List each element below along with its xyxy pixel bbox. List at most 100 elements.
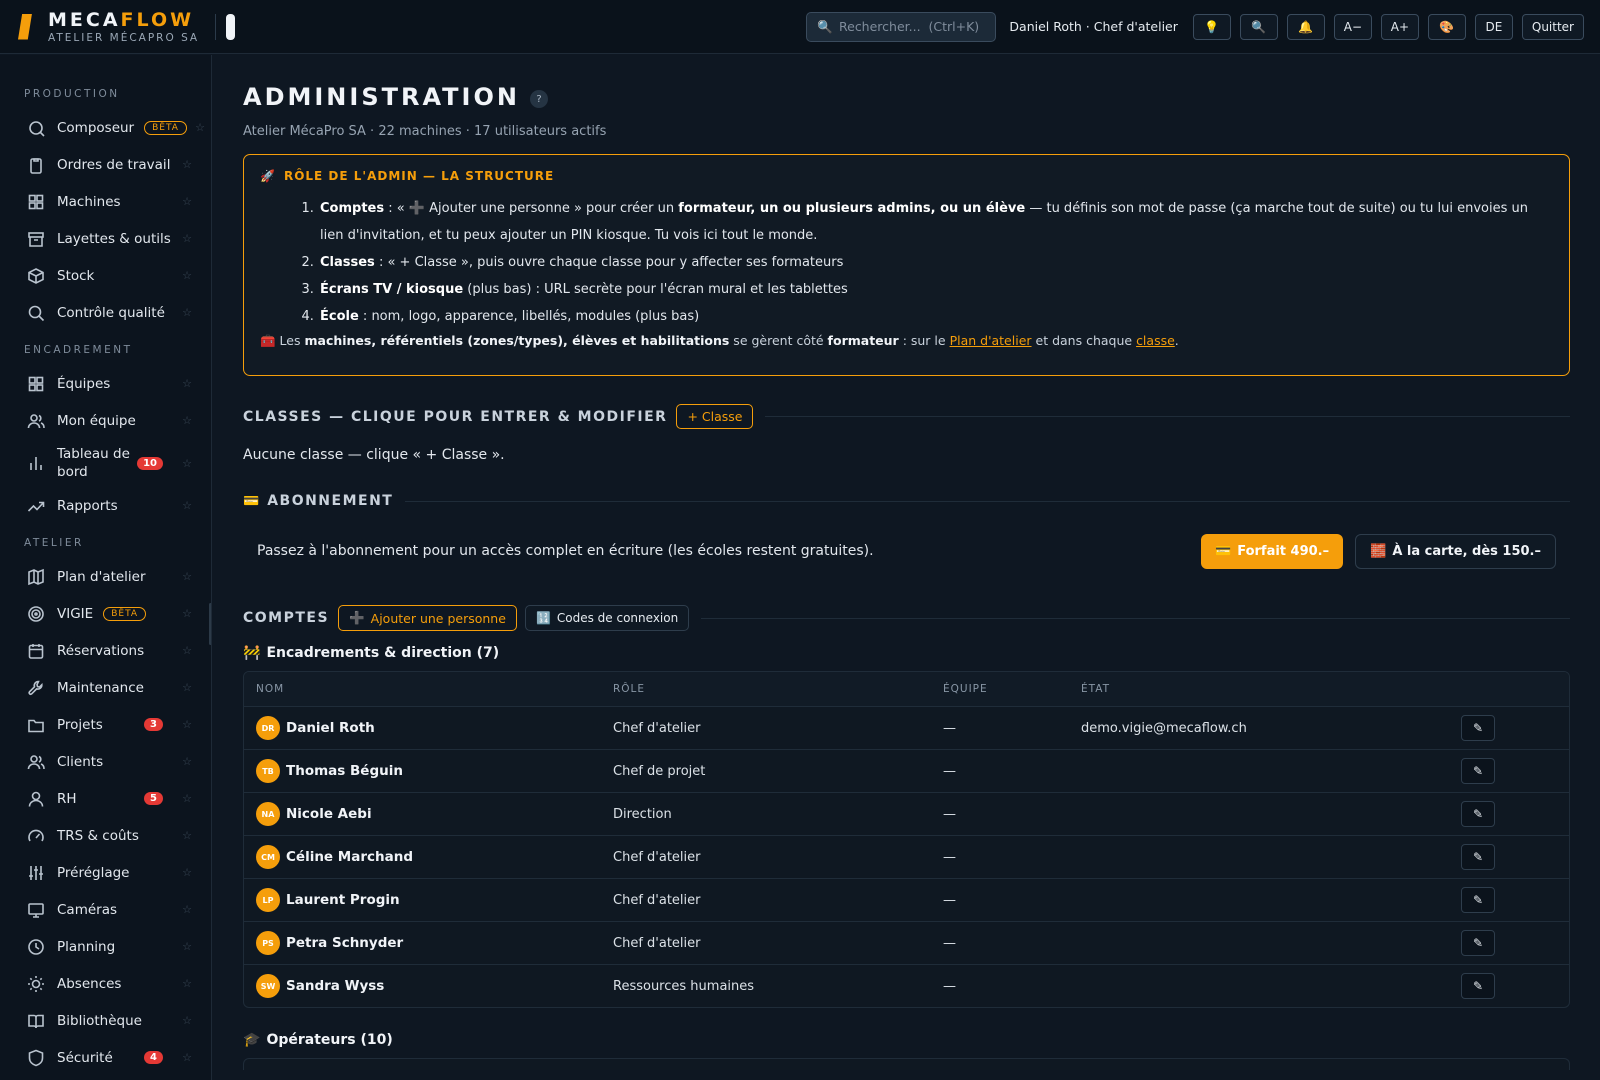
edit-button[interactable]: ✎ bbox=[1461, 930, 1495, 956]
language-button[interactable]: DE bbox=[1474, 13, 1513, 40]
sidebar-item-trs-couts[interactable]: TRS & coûts ☆ bbox=[0, 817, 211, 854]
star-icon[interactable]: ☆ bbox=[182, 457, 192, 470]
table-row[interactable]: PS Petra Schnyder Chef d'atelier — ✎ bbox=[244, 921, 1569, 964]
sidebar-item-projets[interactable]: Projets 3 ☆ bbox=[0, 706, 211, 743]
star-icon[interactable]: ☆ bbox=[182, 158, 192, 171]
plan-atelier-link[interactable]: Plan d'atelier bbox=[950, 333, 1032, 348]
login-codes-button[interactable]: 🔢 Codes de connexion bbox=[524, 605, 690, 631]
sidebar-item-tableau-de-bord[interactable]: Tableau de bord 10 ☆ bbox=[0, 439, 211, 487]
star-icon[interactable]: ☆ bbox=[182, 903, 192, 916]
sidebar-item-label: VIGIE bbox=[57, 605, 94, 622]
sidebar-item-rh[interactable]: RH 5 ☆ bbox=[0, 780, 211, 817]
sidebar-item-absences[interactable]: Absences ☆ bbox=[0, 965, 211, 1002]
sidebar-item-layettes-outils[interactable]: Layettes & outils ☆ bbox=[0, 220, 211, 257]
page-subtitle: Atelier MécaPro SA · 22 machines · 17 ut… bbox=[243, 124, 607, 139]
table-row[interactable]: TB Thomas Béguin Chef de projet — ✎ bbox=[244, 749, 1569, 792]
sidebar-item-stock[interactable]: Stock ☆ bbox=[0, 257, 211, 294]
sidebar-item-label: Absences bbox=[57, 975, 122, 992]
brand-subtitle: ATELIER MÉCAPRO SA bbox=[48, 31, 200, 44]
theme-button[interactable]: 🎨 bbox=[1427, 13, 1466, 40]
search-button[interactable]: 🔍 bbox=[1239, 13, 1278, 40]
sidebar-item-equipes[interactable]: Équipes ☆ bbox=[0, 365, 211, 402]
star-icon[interactable]: ☆ bbox=[182, 940, 192, 953]
star-icon[interactable]: ☆ bbox=[182, 681, 192, 694]
star-icon[interactable]: ☆ bbox=[182, 607, 192, 620]
star-icon[interactable]: ☆ bbox=[182, 570, 192, 583]
forfait-button[interactable]: 💳 Forfait 490.– bbox=[1201, 533, 1344, 569]
table-row[interactable]: CM Céline Marchand Chef d'atelier — ✎ bbox=[244, 835, 1569, 878]
person-state: demo.vigie@mecaflow.ch bbox=[1081, 720, 1247, 736]
a-la-carte-button[interactable]: 🧱 À la carte, dès 150.– bbox=[1355, 533, 1556, 569]
star-icon[interactable]: ☆ bbox=[182, 195, 192, 208]
edit-button[interactable]: ✎ bbox=[1461, 844, 1495, 870]
star-icon[interactable]: ☆ bbox=[182, 414, 192, 427]
notifications-button[interactable]: 🔔 bbox=[1286, 13, 1325, 40]
star-icon[interactable]: ☆ bbox=[182, 1051, 192, 1064]
star-icon[interactable]: ☆ bbox=[182, 792, 192, 805]
sidebar-item-planning[interactable]: Planning ☆ bbox=[0, 928, 211, 965]
sidebar-toggle[interactable] bbox=[226, 13, 236, 40]
monitor-icon bbox=[27, 901, 45, 919]
edit-button[interactable]: ✎ bbox=[1461, 973, 1495, 999]
star-icon[interactable]: ☆ bbox=[182, 1014, 192, 1027]
sidebar-item-securite[interactable]: Sécurité 4 ☆ bbox=[0, 1039, 211, 1076]
divider bbox=[701, 617, 1570, 619]
sidebar-item-ordres-de-travail[interactable]: Ordres de travail ☆ bbox=[0, 146, 211, 183]
sidebar-item-prereglage[interactable]: Préréglage ☆ bbox=[0, 854, 211, 891]
column-header-role[interactable]: RÔLE bbox=[613, 683, 943, 695]
sidebar-item-reservations[interactable]: Réservations ☆ bbox=[0, 632, 211, 669]
table-row[interactable]: LP Laurent Progin Chef d'atelier — ✎ bbox=[244, 878, 1569, 921]
table-row[interactable]: SW Sandra Wyss Ressources humaines — ✎ bbox=[244, 964, 1569, 1007]
sidebar-item-label: Contrôle qualité bbox=[57, 304, 165, 321]
sidebar-item-clients[interactable]: Clients ☆ bbox=[0, 743, 211, 780]
classe-link[interactable]: classe bbox=[1136, 333, 1175, 348]
star-icon[interactable]: ☆ bbox=[195, 121, 205, 134]
font-decrease-button[interactable]: A− bbox=[1333, 13, 1372, 40]
box-icon bbox=[27, 267, 45, 285]
star-icon[interactable]: ☆ bbox=[182, 977, 192, 990]
star-icon[interactable]: ☆ bbox=[182, 269, 192, 282]
help-icon[interactable]: ? bbox=[529, 90, 548, 108]
font-increase-button[interactable]: A+ bbox=[1380, 13, 1419, 40]
star-icon[interactable]: ☆ bbox=[182, 866, 192, 879]
sidebar-item-rapports[interactable]: Rapports ☆ bbox=[0, 487, 211, 524]
sidebar-item-label: Layettes & outils bbox=[57, 230, 171, 247]
resize-handle[interactable] bbox=[209, 603, 211, 645]
star-icon[interactable]: ☆ bbox=[182, 232, 192, 245]
tips-button[interactable]: 💡 bbox=[1192, 13, 1231, 40]
count-badge: 4 bbox=[144, 1051, 163, 1064]
star-icon[interactable]: ☆ bbox=[182, 644, 192, 657]
edit-button[interactable]: ✎ bbox=[1461, 801, 1495, 827]
search-input[interactable] bbox=[839, 19, 979, 34]
star-icon[interactable]: ☆ bbox=[182, 718, 192, 731]
add-class-button[interactable]: + Classe bbox=[676, 404, 754, 429]
table-row[interactable]: DR Daniel Roth Chef d'atelier — demo.vig… bbox=[244, 706, 1569, 749]
sidebar-item-bibliotheque[interactable]: Bibliothèque ☆ bbox=[0, 1002, 211, 1039]
lightbulb-icon: 💡 bbox=[1204, 19, 1220, 34]
column-header-state[interactable]: ÉTAT bbox=[1081, 683, 1461, 695]
sidebar-item-controle-qualite[interactable]: Contrôle qualité ☆ bbox=[0, 294, 211, 331]
sidebar-item-composeur[interactable]: Composeur BÊTA ☆ bbox=[0, 109, 211, 146]
star-icon[interactable]: ☆ bbox=[182, 829, 192, 842]
quit-button[interactable]: Quitter bbox=[1521, 13, 1584, 40]
sidebar-item-maintenance[interactable]: Maintenance ☆ bbox=[0, 669, 211, 706]
edit-button[interactable]: ✎ bbox=[1461, 715, 1495, 741]
sidebar-item-vigie[interactable]: VIGIE BÊTA ☆ bbox=[0, 595, 211, 632]
sidebar-item-cameras[interactable]: Caméras ☆ bbox=[0, 891, 211, 928]
sidebar-item-machines[interactable]: Machines ☆ bbox=[0, 183, 211, 220]
search-box[interactable]: 🔍 bbox=[806, 11, 997, 42]
table-row[interactable]: NA Nicole Aebi Direction — ✎ bbox=[244, 792, 1569, 835]
column-header-team[interactable]: ÉQUIPE bbox=[943, 683, 1081, 695]
star-icon[interactable]: ☆ bbox=[182, 377, 192, 390]
star-icon[interactable]: ☆ bbox=[182, 755, 192, 768]
column-header-name[interactable]: NOM bbox=[256, 683, 613, 695]
sidebar-item-mon-equipe[interactable]: Mon équipe ☆ bbox=[0, 402, 211, 439]
edit-button[interactable]: ✎ bbox=[1461, 887, 1495, 913]
star-icon[interactable]: ☆ bbox=[182, 306, 192, 319]
brand[interactable]: MECAFLOW ATELIER MÉCAPRO SA bbox=[48, 10, 199, 44]
edit-button[interactable]: ✎ bbox=[1461, 758, 1495, 784]
sidebar-item-plan-d-atelier[interactable]: Plan d'atelier ☆ bbox=[0, 558, 211, 595]
avatar: TB bbox=[256, 759, 280, 783]
add-person-button[interactable]: ➕ Ajouter une personne bbox=[338, 605, 517, 631]
star-icon[interactable]: ☆ bbox=[182, 499, 192, 512]
